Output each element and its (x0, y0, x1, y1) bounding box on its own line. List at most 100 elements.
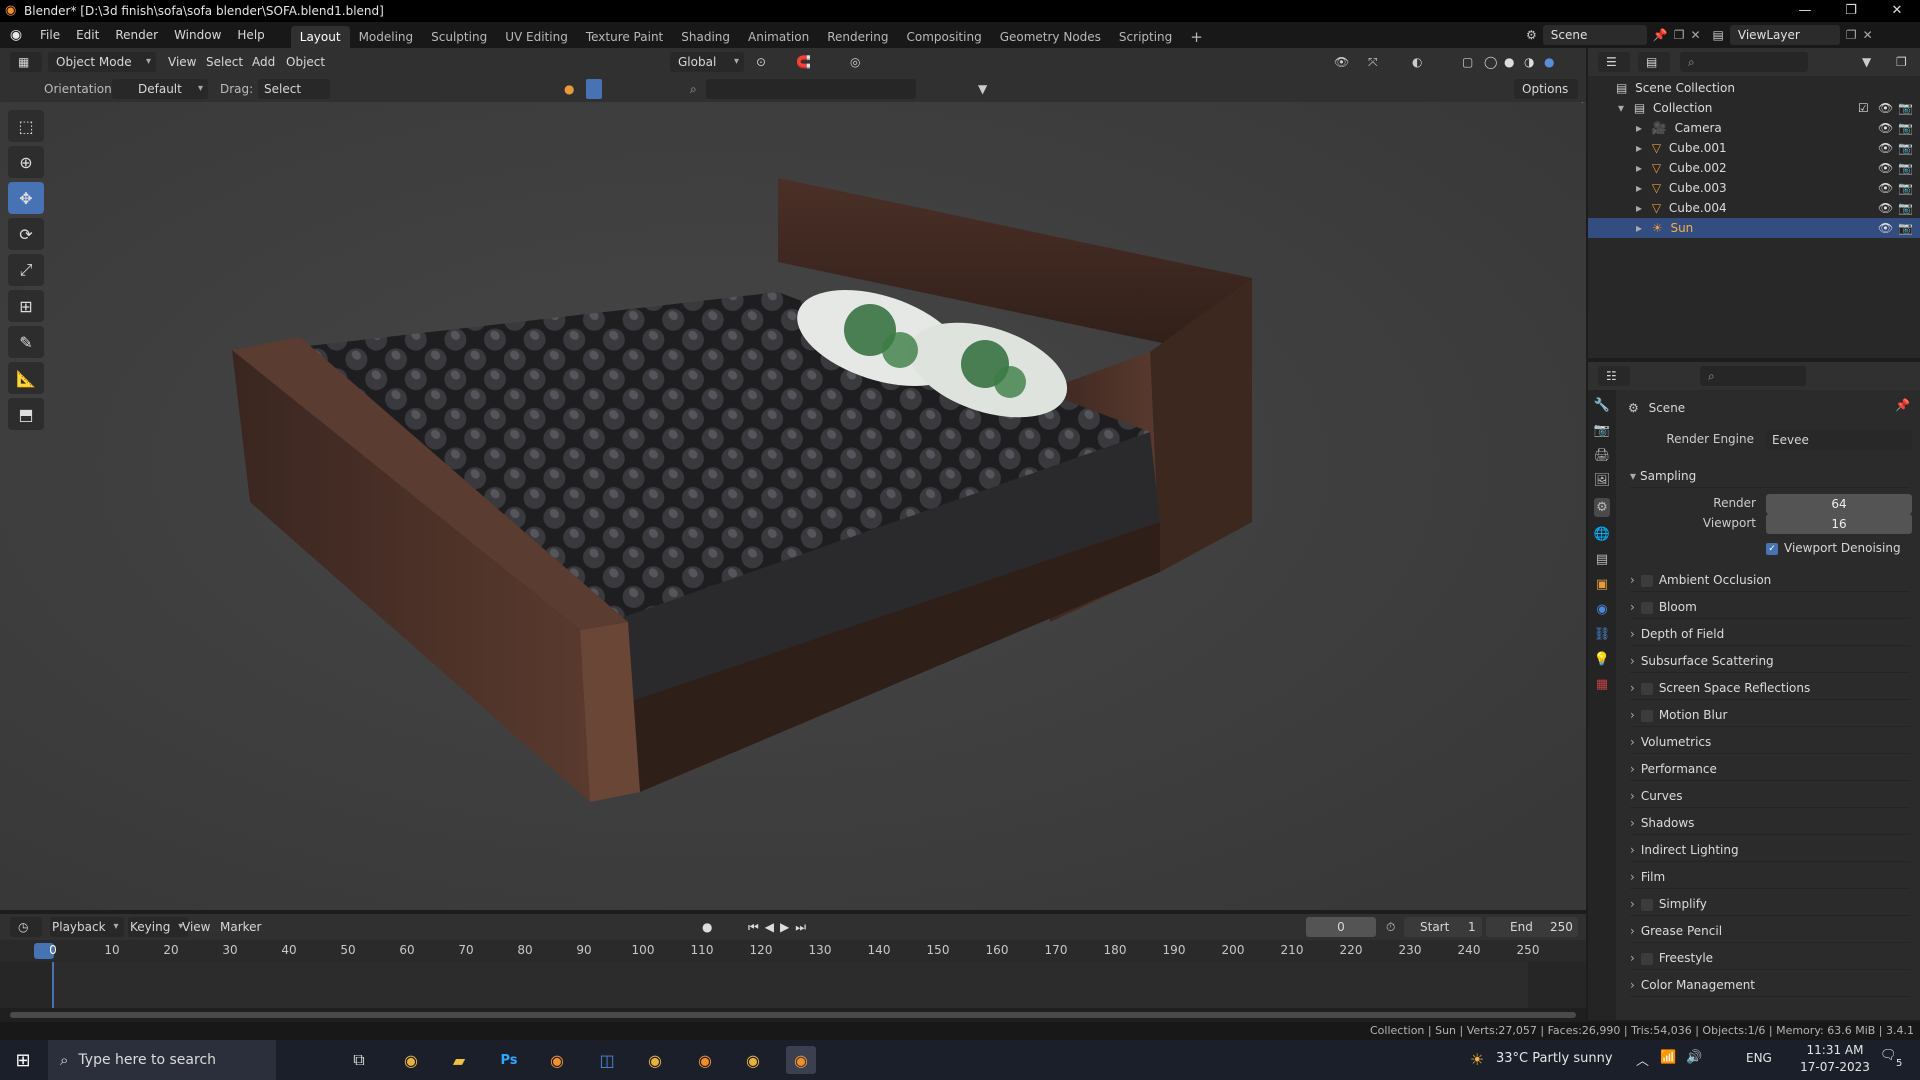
render-toggle-icon[interactable]: 📷 (1898, 118, 1913, 138)
menu-file[interactable]: File (32, 22, 68, 48)
blender-taskbar-icon-active[interactable]: ◉ (786, 1046, 816, 1074)
volume-icon[interactable]: 🔊 (1686, 1050, 1702, 1065)
add-workspace-button[interactable]: + (1181, 26, 1212, 48)
rendered-shading-icon[interactable]: ● (1544, 52, 1554, 72)
weather-icon[interactable]: ☀ (1470, 1050, 1484, 1069)
render-engine-selector[interactable]: Eevee (1766, 430, 1912, 450)
pin-icon[interactable]: 📌 (1895, 398, 1910, 412)
cursor-tool-icon[interactable]: ⊕ (8, 146, 44, 178)
language-indicator[interactable]: ENG (1746, 1051, 1772, 1065)
outliner-row-camera[interactable]: ▸ 🎥 Camera 👁 📷 (1588, 118, 1920, 138)
view-layer-selector[interactable]: ViewLayer (1729, 25, 1840, 45)
mode-selector[interactable]: Object Mode (48, 52, 156, 72)
outliner-row-collection[interactable]: ▾ ▤ Collection ☑ 👁 📷 (1588, 98, 1920, 118)
close-button[interactable]: ✕ (1874, 0, 1920, 22)
overlay-icon[interactable]: ◐ (1412, 52, 1422, 72)
filter-icon[interactable]: ▼ (978, 79, 987, 99)
network-icon[interactable]: 📶 (1660, 1050, 1676, 1065)
tab-uv-editing[interactable]: UV Editing (496, 26, 577, 48)
render-toggle-icon[interactable]: 📷 (1898, 218, 1913, 238)
outliner-row-cube-002[interactable]: ▸ ▽ Cube.002 👁 📷 (1588, 158, 1920, 178)
timeline-scrollbar[interactable] (0, 1008, 1586, 1022)
3d-viewport[interactable]: ‹ (0, 102, 1586, 910)
photoshop-icon[interactable]: Ps (494, 1046, 524, 1074)
editor-type-button[interactable]: ▦ (10, 52, 42, 92)
annotate-tool-icon[interactable]: ✎ (8, 326, 44, 358)
start-frame-field[interactable]: 1 (1468, 917, 1476, 937)
search-icon[interactable]: ⌕ (690, 79, 697, 99)
blender-taskbar-icon[interactable]: ◉ (542, 1046, 572, 1074)
timeline-ruler[interactable]: 0 10 20 30 40 50 60 70 80 90 100 110 120… (0, 940, 1586, 962)
properties-search-input[interactable]: ⌕ (1700, 366, 1806, 386)
panel-color-management[interactable]: › Color Management (1630, 973, 1910, 997)
maximize-button[interactable]: ❐ (1828, 0, 1874, 22)
outliner-filter-icon[interactable]: ▼ (1862, 52, 1871, 72)
panel-sampling[interactable]: ▾ Sampling (1630, 464, 1910, 488)
menu-marker[interactable]: Marker (220, 917, 261, 937)
panel-simplify[interactable]: › Simplify (1630, 892, 1910, 916)
select-set-icon[interactable] (586, 79, 602, 99)
render-toggle-icon[interactable]: 📷 (1898, 158, 1913, 178)
current-frame-field[interactable]: 0 (1306, 917, 1376, 937)
render-toggle-icon[interactable]: 📷 (1898, 98, 1913, 118)
scene-selector[interactable]: Scene (1542, 25, 1647, 45)
notification-icon[interactable]: 🗨 (1880, 1048, 1897, 1063)
file-explorer-icon[interactable]: ▰ (444, 1046, 474, 1074)
menu-keying[interactable]: Keying (128, 917, 189, 937)
visibility-toggle-icon[interactable]: 👁 (1878, 138, 1893, 158)
measure-tool-icon[interactable]: 📐 (8, 362, 44, 394)
orientation-selector[interactable]: Default (112, 79, 208, 99)
tab-scripting[interactable]: Scripting (1110, 26, 1181, 48)
render-toggle-icon[interactable]: 📷 (1898, 138, 1913, 158)
scale-tool-icon[interactable]: ⤢ (8, 254, 44, 286)
exclude-checkbox[interactable]: ☑ (1858, 98, 1869, 118)
panel-shadows[interactable]: › Shadows (1630, 811, 1910, 835)
tray-chevron-icon[interactable]: ︿ (1636, 1050, 1649, 1069)
panel-ambient-occlusion[interactable]: › Ambient Occlusion (1630, 568, 1910, 592)
menu-select[interactable]: Select (206, 52, 243, 72)
display-mode-button[interactable]: ▤ (1638, 52, 1670, 92)
collection-tab-icon[interactable]: ▤ (1596, 552, 1608, 567)
outliner-row-sun[interactable]: ▸ ☀ Sun 👁 📷 (1588, 218, 1920, 238)
view-layer-tab-icon[interactable]: 🖼 (1594, 473, 1611, 488)
rotate-tool-icon[interactable]: ⟳ (8, 218, 44, 250)
world-tab-icon[interactable]: 🌐 (1594, 527, 1610, 542)
clock-time[interactable]: 11:31 AM (1800, 1043, 1870, 1057)
panel-screen-space-reflections[interactable]: › Screen Space Reflections (1630, 676, 1910, 700)
select-box-tool-icon[interactable]: ⬚ (8, 110, 44, 142)
menu-render[interactable]: Render (107, 22, 166, 48)
drag-selector[interactable]: Select Box (258, 79, 330, 119)
collapse-sidebar-icon[interactable]: ‹ (1580, 102, 1584, 107)
weather-text[interactable]: 33°C Partly sunny (1496, 1051, 1613, 1066)
gizmo-icon[interactable]: ⤧ (1368, 52, 1378, 72)
chrome-profile-icon[interactable]: ◉ (640, 1046, 670, 1074)
windows-start-icon[interactable]: ⊞ (8, 1046, 38, 1074)
snap-icon[interactable]: 🧲 (796, 52, 811, 72)
clock-icon[interactable]: ⏱ (1386, 917, 1395, 937)
render-tab-icon[interactable]: 📷 (1594, 423, 1610, 438)
menu-object[interactable]: Object (286, 52, 325, 72)
menu-playback[interactable]: Playback (50, 917, 124, 937)
minimize-button[interactable]: — (1782, 0, 1828, 22)
panel-curves[interactable]: › Curves (1630, 784, 1910, 808)
visibility-toggle-icon[interactable]: 👁 (1878, 178, 1893, 198)
end-frame-field[interactable]: 250 (1550, 917, 1573, 937)
xray-icon[interactable]: ▢ (1462, 52, 1473, 72)
visibility-toggle-icon[interactable]: 👁 (1878, 118, 1893, 138)
tool-tab-icon[interactable]: 🔧 (1594, 398, 1610, 413)
texture-tab-icon[interactable]: ▦ (1596, 677, 1608, 692)
panel-performance[interactable]: › Performance (1630, 757, 1910, 781)
menu-edit[interactable]: Edit (68, 22, 107, 48)
scene-icon[interactable]: ⚙ (1526, 28, 1537, 42)
tab-animation[interactable]: Animation (739, 26, 818, 48)
tab-modeling[interactable]: Modeling (350, 26, 423, 48)
blender-menu-icon[interactable]: ◉ (0, 27, 32, 43)
physics-tab-icon[interactable]: ◉ (1596, 602, 1607, 617)
visibility-toggle-icon[interactable]: 👁 (1878, 98, 1893, 118)
task-view-icon[interactable]: ⧉ (344, 1046, 374, 1074)
menu-window[interactable]: Window (166, 22, 229, 48)
new-collection-icon[interactable]: ❐ (1896, 52, 1907, 72)
panel-depth-of-field[interactable]: › Depth of Field (1630, 622, 1910, 646)
panel-motion-blur[interactable]: › Motion Blur (1630, 703, 1910, 727)
transform-tool-icon[interactable]: ⊞ (8, 290, 44, 322)
